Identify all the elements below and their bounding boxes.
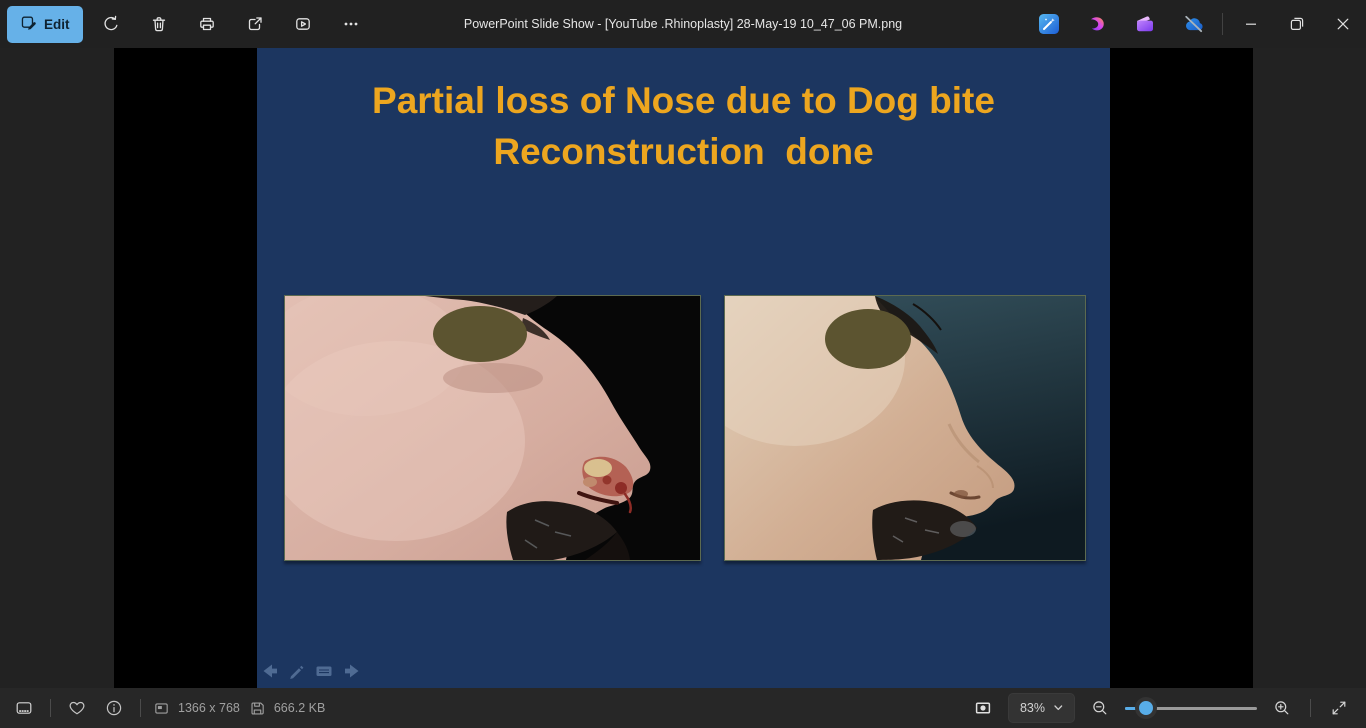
edit-image-icon: [20, 14, 37, 34]
delete-button[interactable]: [139, 4, 179, 44]
statusbar-left: 1366 x 768 666.2 KB: [10, 688, 325, 728]
photo-enhance-icon: [1038, 13, 1060, 35]
frame-circle-icon: [974, 699, 992, 717]
minimize-icon: [1242, 15, 1260, 33]
restore-button[interactable]: [1274, 0, 1320, 48]
status-bar: 1366 x 768 666.2 KB: [0, 688, 1366, 728]
fullscreen-button[interactable]: [1325, 694, 1353, 722]
after-photo: [724, 295, 1086, 561]
statusbar-divider: [50, 699, 51, 717]
image-viewer-canvas[interactable]: Partial loss of Nose due to Dog bite Rec…: [0, 48, 1366, 688]
chevron-down-icon: [1054, 705, 1063, 711]
save-icon: [249, 700, 266, 717]
eye-censor-oval: [825, 309, 911, 369]
zoom-slider-thumb[interactable]: [1139, 701, 1153, 715]
file-size: 666.2 KB: [249, 700, 325, 717]
statusbar-divider: [140, 699, 141, 717]
onedrive-status-button[interactable]: [1169, 0, 1217, 48]
print-icon: [198, 15, 216, 33]
statusbar-divider: [1310, 699, 1311, 717]
nav-previous-icon[interactable]: [260, 663, 280, 679]
close-button[interactable]: [1320, 0, 1366, 48]
clipchamp-button[interactable]: [1121, 0, 1169, 48]
filmstrip-toggle-button[interactable]: [10, 694, 38, 722]
zoom-out-icon: [1091, 699, 1109, 717]
delete-icon: [150, 15, 168, 33]
onedrive-offline-icon: [1182, 13, 1205, 36]
before-photo: [284, 295, 701, 561]
rotate-button[interactable]: [91, 4, 131, 44]
fullscreen-icon: [1330, 699, 1348, 717]
menu-icon[interactable]: [314, 663, 334, 679]
titlebar-right-controls: [1025, 0, 1366, 48]
restore-icon: [1288, 15, 1306, 33]
slide-title-line2: Reconstruction done: [257, 126, 1110, 177]
close-icon: [1334, 15, 1352, 33]
designer-button[interactable]: [1073, 0, 1121, 48]
more-options-button[interactable]: [331, 4, 371, 44]
rotate-icon: [102, 15, 120, 33]
print-button[interactable]: [187, 4, 227, 44]
photo-enhance-button[interactable]: [1025, 0, 1073, 48]
zoom-in-button[interactable]: [1268, 694, 1296, 722]
more-icon: [342, 15, 360, 33]
frame-fill-button[interactable]: [969, 694, 997, 722]
slideshow-nav-controls: [260, 663, 362, 679]
filesize-value: 666.2 KB: [274, 701, 325, 715]
eye-censor-oval: [433, 306, 527, 362]
info-button[interactable]: [100, 694, 128, 722]
slideshow-icon: [294, 15, 312, 33]
info-icon: [105, 699, 123, 717]
nav-next-icon[interactable]: [342, 663, 362, 679]
zoom-level-dropdown[interactable]: 83%: [1008, 693, 1075, 723]
zoom-out-button[interactable]: [1086, 694, 1114, 722]
image-dimensions: 1366 x 768: [153, 700, 240, 717]
statusbar-right: 83%: [969, 688, 1366, 728]
slideshow-button[interactable]: [283, 4, 323, 44]
zoom-level-value: 83%: [1020, 701, 1045, 715]
resolution-value: 1366 x 768: [178, 701, 240, 715]
photos-app-window: Edit: [0, 0, 1366, 728]
powerpoint-slide: Partial loss of Nose due to Dog bite Rec…: [257, 48, 1110, 688]
dimensions-icon: [153, 700, 170, 717]
window-title: PowerPoint Slide Show - [YouTube .Rhinop…: [464, 0, 902, 48]
titlebar-divider: [1222, 13, 1223, 35]
designer-icon: [1086, 13, 1108, 35]
zoom-in-icon: [1273, 699, 1291, 717]
zoom-slider[interactable]: [1125, 701, 1257, 715]
toolbar: Edit: [7, 0, 371, 48]
favorite-heart-icon: [68, 699, 86, 717]
favorite-button[interactable]: [63, 694, 91, 722]
share-icon: [246, 15, 264, 33]
slide-title-line1: Partial loss of Nose due to Dog bite: [257, 75, 1110, 126]
share-button[interactable]: [235, 4, 275, 44]
slide-title: Partial loss of Nose due to Dog bite Rec…: [257, 75, 1110, 177]
clipchamp-icon: [1134, 13, 1156, 35]
edit-button-label: Edit: [44, 17, 70, 32]
minimize-button[interactable]: [1228, 0, 1274, 48]
edit-button[interactable]: Edit: [7, 6, 83, 43]
filmstrip-icon: [14, 699, 34, 717]
title-bar: Edit: [0, 0, 1366, 48]
pen-icon[interactable]: [288, 663, 306, 679]
displayed-image: Partial loss of Nose due to Dog bite Rec…: [114, 48, 1253, 688]
